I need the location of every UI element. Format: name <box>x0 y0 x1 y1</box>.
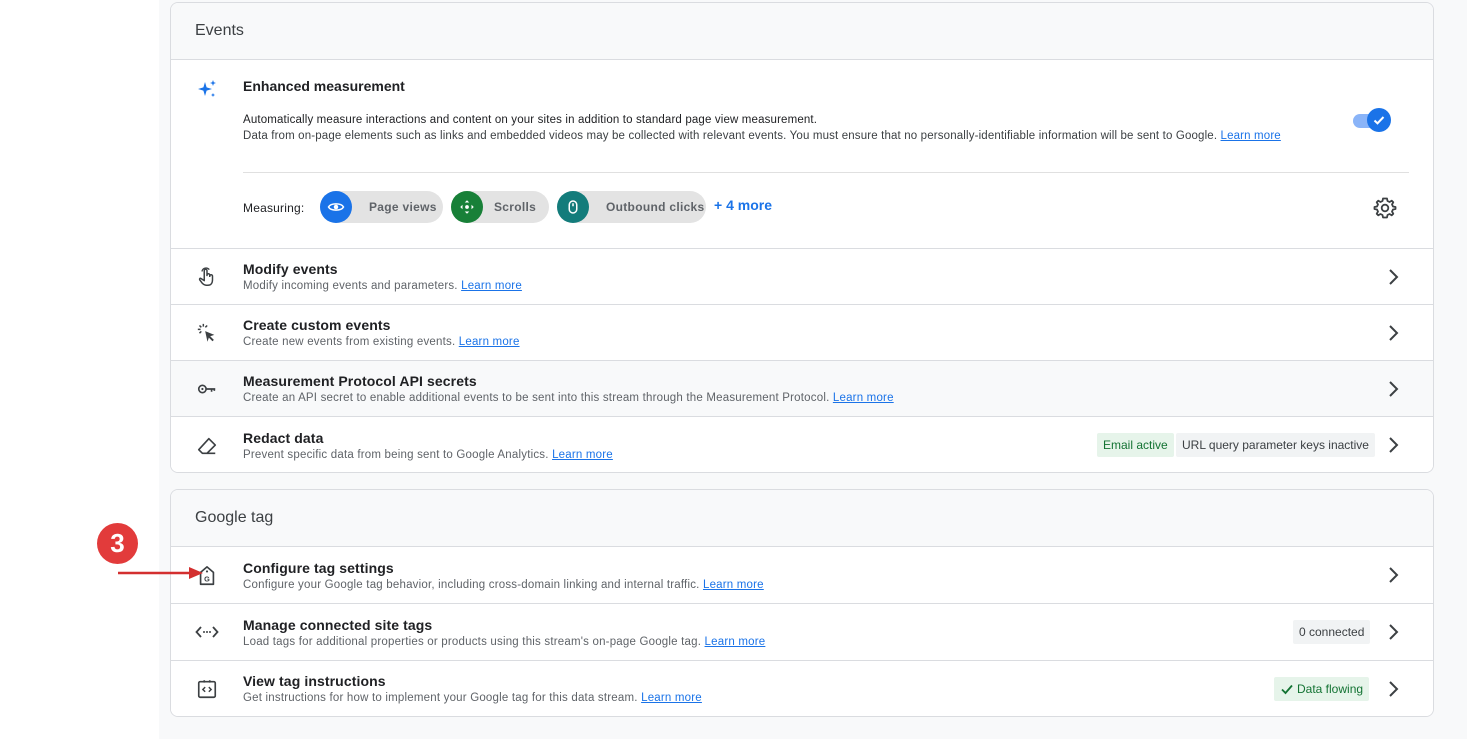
configure-tag-settings-desc-text: Configure your Google tag behavior, incl… <box>243 579 700 591</box>
chip-label-page-views: Page views <box>369 200 437 214</box>
chevron-right-icon[interactable] <box>1381 433 1405 457</box>
create-custom-events-text: Create custom events Create new events f… <box>243 316 1313 350</box>
left-blank-area <box>0 0 159 739</box>
enhanced-measurement-title: Enhanced measurement <box>243 78 405 94</box>
redact-data-learn-more-link[interactable]: Learn more <box>552 449 613 461</box>
configure-tag-settings-learn-more-link[interactable]: Learn more <box>703 579 764 591</box>
sparkle-icon <box>195 78 219 102</box>
configure-tag-settings-row[interactable]: G Configure tag settings Configure your … <box>171 547 1433 604</box>
chevron-right-icon[interactable] <box>1381 620 1405 644</box>
manage-connected-site-tags-text: Manage connected site tags Load tags for… <box>243 616 1313 650</box>
modify-events-text: Modify events Modify incoming events and… <box>243 260 1313 294</box>
chevron-right-icon[interactable] <box>1381 563 1405 587</box>
more-measurements-link[interactable]: + 4 more <box>714 197 772 213</box>
create-custom-events-description: Create new events from existing events. … <box>243 334 1313 350</box>
chip-label-scrolls: Scrolls <box>494 200 537 214</box>
view-tag-instructions-learn-more-link[interactable]: Learn more <box>641 692 702 704</box>
measurement-protocol-learn-more-link[interactable]: Learn more <box>833 392 894 404</box>
annotation-arrow-icon <box>118 567 203 579</box>
click-sparkle-icon <box>195 321 219 345</box>
code-arrows-icon <box>195 620 219 644</box>
events-card-header: Events <box>171 3 1433 60</box>
google-tag-card-header: Google tag <box>171 490 1433 547</box>
modify-events-title: Modify events <box>243 261 338 277</box>
url-query-inactive-badge: URL query parameter keys inactive <box>1176 433 1375 457</box>
enhanced-description-line1: Automatically measure interactions and c… <box>243 114 818 126</box>
enhanced-divider <box>243 172 1409 173</box>
key-icon <box>195 377 219 401</box>
modify-events-description: Modify incoming events and parameters. L… <box>243 278 1313 294</box>
scroll-arrows-icon <box>451 191 483 223</box>
manage-connected-site-tags-title: Manage connected site tags <box>243 617 433 633</box>
measuring-chip-page-views[interactable]: Page views <box>320 191 443 223</box>
chevron-right-icon[interactable] <box>1381 377 1405 401</box>
touch-hand-icon <box>195 265 219 289</box>
manage-connected-site-tags-learn-more-link[interactable]: Learn more <box>705 636 766 648</box>
measuring-chip-scrolls[interactable]: Scrolls <box>451 191 549 223</box>
enhanced-description-line2-wrap: Data from on-page elements such as links… <box>243 128 1328 144</box>
step-marker-badge: 3 <box>97 523 138 564</box>
manage-connected-site-tags-row[interactable]: Manage connected site tags Load tags for… <box>171 604 1433 661</box>
enhanced-measurement-section: Enhanced measurement Automatically measu… <box>171 60 1433 249</box>
chevron-right-icon[interactable] <box>1381 677 1405 701</box>
view-tag-instructions-title: View tag instructions <box>243 673 386 689</box>
svg-text:G: G <box>204 575 210 584</box>
redact-data-row[interactable]: Redact data Prevent specific data from b… <box>171 417 1433 472</box>
eraser-icon <box>195 434 219 458</box>
check-icon <box>1281 684 1293 695</box>
modify-events-row[interactable]: Modify events Modify incoming events and… <box>171 249 1433 305</box>
enhanced-measurement-toggle[interactable] <box>1353 108 1391 132</box>
configure-tag-settings-text: Configure tag settings Configure your Go… <box>243 559 1313 593</box>
mouse-icon <box>557 191 589 223</box>
enhanced-learn-more-link[interactable]: Learn more <box>1221 130 1281 142</box>
data-flowing-label: Data flowing <box>1297 682 1364 696</box>
connected-count-badge: 0 connected <box>1293 620 1371 644</box>
code-box-icon <box>195 677 219 701</box>
gear-icon[interactable] <box>1373 196 1397 220</box>
chevron-right-icon[interactable] <box>1381 321 1405 345</box>
chip-label-outbound-clicks: Outbound clicks <box>606 200 705 214</box>
enhanced-description-line2: Data from on-page elements such as links… <box>243 130 1218 142</box>
manage-connected-site-tags-desc-text: Load tags for additional properties or p… <box>243 636 702 648</box>
create-custom-events-row[interactable]: Create custom events Create new events f… <box>171 305 1433 361</box>
measurement-protocol-title: Measurement Protocol API secrets <box>243 373 477 389</box>
modify-events-desc-text: Modify incoming events and parameters. <box>243 280 458 292</box>
measurement-protocol-desc-text: Create an API secret to enable additiona… <box>243 392 830 404</box>
configure-tag-settings-description: Configure your Google tag behavior, incl… <box>243 577 1313 593</box>
create-custom-events-title: Create custom events <box>243 317 391 333</box>
google-tag-card-title: Google tag <box>195 509 274 526</box>
create-custom-events-learn-more-link[interactable]: Learn more <box>459 336 520 348</box>
configure-tag-settings-title: Configure tag settings <box>243 560 394 576</box>
create-custom-events-desc-text: Create new events from existing events. <box>243 336 456 348</box>
enhanced-measurement-description: Automatically measure interactions and c… <box>243 112 1328 144</box>
manage-connected-site-tags-description: Load tags for additional properties or p… <box>243 634 1313 650</box>
events-card-title: Events <box>195 22 244 39</box>
view-tag-instructions-desc-text: Get instructions for how to implement yo… <box>243 692 638 704</box>
view-tag-instructions-description: Get instructions for how to implement yo… <box>243 690 1313 706</box>
events-card: Events Enhanced measurement Automaticall… <box>170 2 1434 473</box>
eye-icon <box>320 191 352 223</box>
measurement-protocol-description: Create an API secret to enable additiona… <box>243 390 1313 406</box>
measurement-protocol-row[interactable]: Measurement Protocol API secrets Create … <box>171 361 1433 417</box>
toggle-thumb-check-icon <box>1367 108 1391 132</box>
measurement-protocol-text: Measurement Protocol API secrets Create … <box>243 372 1313 406</box>
redact-data-desc-text: Prevent specific data from being sent to… <box>243 449 549 461</box>
measuring-chip-outbound-clicks[interactable]: Outbound clicks <box>557 191 706 223</box>
chevron-right-icon[interactable] <box>1381 265 1405 289</box>
data-flowing-badge: Data flowing <box>1274 677 1370 701</box>
email-active-badge: Email active <box>1097 433 1174 457</box>
modify-events-learn-more-link[interactable]: Learn more <box>461 280 522 292</box>
measuring-label: Measuring: <box>243 201 305 215</box>
view-tag-instructions-row[interactable]: View tag instructions Get instructions f… <box>171 661 1433 716</box>
google-tag-card: Google tag G Configure tag settings Conf… <box>170 489 1434 717</box>
view-tag-instructions-text: View tag instructions Get instructions f… <box>243 672 1313 706</box>
